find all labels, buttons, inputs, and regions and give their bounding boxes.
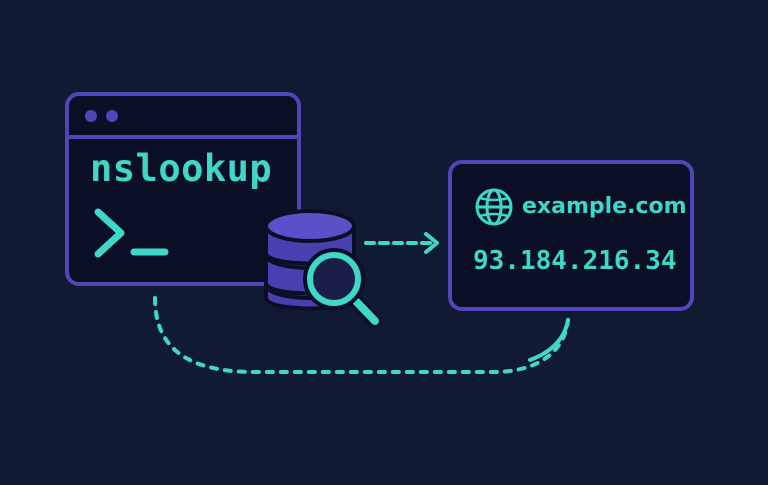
diagram-artwork (65, 92, 694, 374)
nslookup-illustration: nslookup example.com 93.184.216.34 (0, 0, 768, 485)
ip-address-text: 93.184.216.34 (473, 246, 677, 276)
domain-name-text: example.com (522, 194, 687, 219)
result-panel (448, 160, 694, 311)
terminal-command-text: nslookup (90, 147, 273, 190)
arrow-right-icon (364, 232, 439, 254)
magnifier-icon (303, 248, 382, 328)
